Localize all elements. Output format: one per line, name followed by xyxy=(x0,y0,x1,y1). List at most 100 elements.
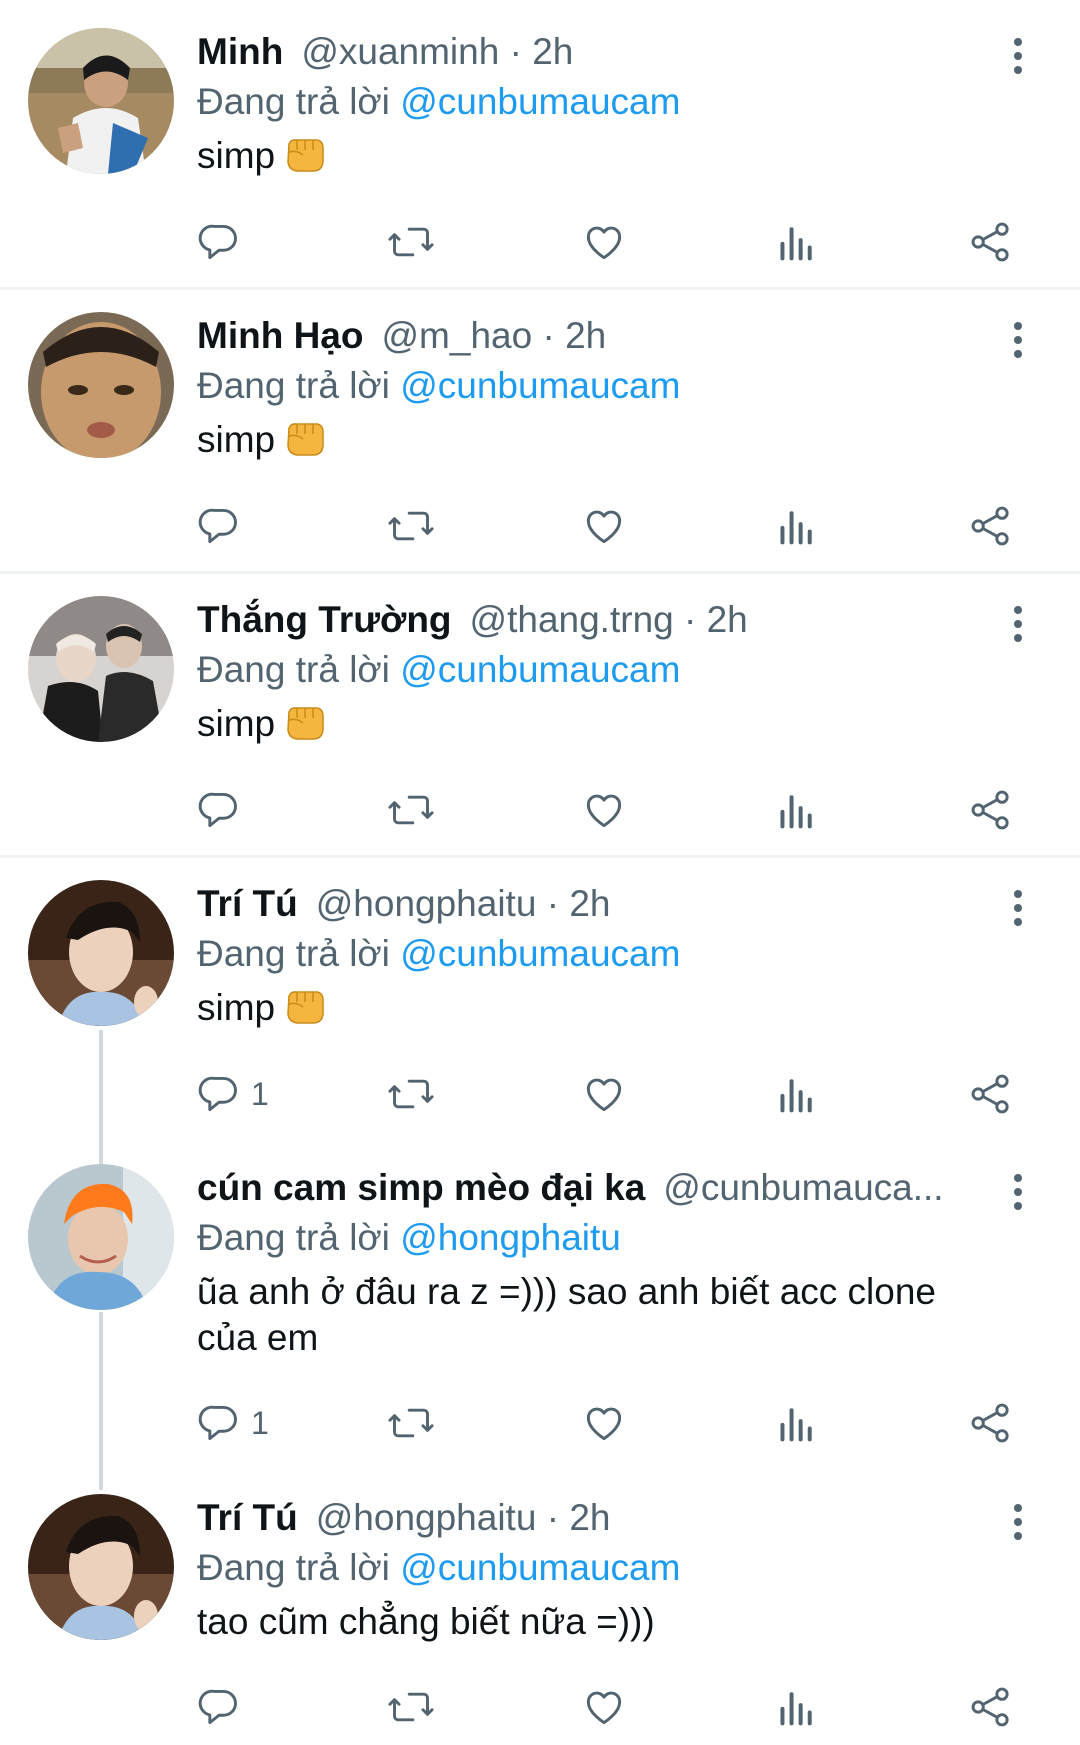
reply-button[interactable] xyxy=(197,498,251,554)
avatar[interactable] xyxy=(28,596,174,742)
display-name[interactable]: Thắng Trường xyxy=(197,599,452,640)
reply-mention[interactable]: @cunbumaucam xyxy=(400,1547,680,1588)
more-options-icon[interactable] xyxy=(1000,318,1036,362)
analytics-icon xyxy=(780,511,812,545)
fist-bump-emoji xyxy=(283,420,325,458)
tweet-text-content: simp xyxy=(197,703,276,744)
replying-to: Đang trả lời @cunbumaucam xyxy=(197,1542,680,1594)
user-handle[interactable]: @cunbumauca... xyxy=(663,1162,943,1214)
user-handle[interactable]: @hongphaitu xyxy=(316,883,537,924)
analytics-button[interactable] xyxy=(777,214,817,270)
reply-button[interactable] xyxy=(197,782,251,838)
analytics-button[interactable] xyxy=(777,782,817,838)
reply-icon xyxy=(198,1689,237,1725)
user-handle[interactable]: @hongphaitu xyxy=(316,1497,537,1538)
reply-mention[interactable]: @cunbumaucam xyxy=(400,933,680,974)
avatar[interactable] xyxy=(28,1494,174,1640)
retweet-button[interactable] xyxy=(387,782,435,838)
separator-dot: · xyxy=(546,1497,560,1538)
share-button[interactable] xyxy=(969,782,1013,838)
heart-icon xyxy=(586,1407,622,1441)
tweet[interactable]: cún cam simp mèo đại ka @cunbumauca... Đa… xyxy=(0,1136,1080,1466)
separator-dot: · xyxy=(509,31,522,72)
retweet-button[interactable] xyxy=(387,1066,435,1122)
retweet-icon xyxy=(388,1408,434,1438)
display-name[interactable]: Trí Tú xyxy=(197,1497,298,1538)
timestamp[interactable]: 2h xyxy=(532,31,573,72)
display-name[interactable]: Trí Tú xyxy=(197,883,298,924)
user-handle[interactable]: @m_hao xyxy=(381,315,532,356)
share-button[interactable] xyxy=(969,214,1013,270)
tweet[interactable]: Trí Tú @hongphaitu · 2h Đang trả lời @cun… xyxy=(0,852,1080,1139)
user-handle[interactable]: @xuanminh xyxy=(301,31,499,72)
replying-to: Đang trả lời @hongphaitu xyxy=(197,1212,621,1264)
reply-icon xyxy=(198,1405,237,1441)
more-options-icon[interactable] xyxy=(1000,34,1036,78)
avatar[interactable] xyxy=(28,28,174,174)
reply-mention[interactable]: @cunbumaucam xyxy=(400,81,680,122)
avatar[interactable] xyxy=(28,312,174,458)
share-button[interactable] xyxy=(969,1679,1013,1735)
analytics-icon xyxy=(780,1079,812,1113)
reply-button[interactable] xyxy=(197,1679,251,1735)
like-button[interactable] xyxy=(582,1679,626,1735)
like-button[interactable] xyxy=(582,1066,626,1122)
more-options-icon[interactable] xyxy=(1000,1170,1036,1214)
avatar[interactable] xyxy=(28,1164,174,1310)
like-button[interactable] xyxy=(582,214,626,270)
tweet[interactable]: Trí Tú @hongphaitu · 2h Đang trả lời @cun… xyxy=(0,1466,1080,1745)
retweet-icon xyxy=(388,1079,434,1109)
timestamp[interactable]: 2h xyxy=(707,599,748,640)
like-button[interactable] xyxy=(582,782,626,838)
replying-prefix: Đang trả lời xyxy=(197,933,390,974)
analytics-icon xyxy=(780,1692,812,1726)
like-button[interactable] xyxy=(582,1395,626,1451)
tweet-text: ũa anh ở đâu ra z =))) sao anh biết acc … xyxy=(197,1269,987,1361)
analytics-button[interactable] xyxy=(777,498,817,554)
analytics-button[interactable] xyxy=(777,1679,817,1735)
tweet-header: Thắng Trường @thang.trng · 2h xyxy=(197,594,967,646)
tweet-text-content: ũa anh ở đâu ra z =))) sao anh biết acc … xyxy=(197,1271,937,1358)
display-name[interactable]: cún cam simp mèo đại ka xyxy=(197,1167,645,1208)
separator-dot: · xyxy=(546,883,560,924)
display-name[interactable]: Minh Hạo xyxy=(197,315,363,356)
avatar[interactable] xyxy=(28,880,174,1026)
replying-prefix: Đang trả lời xyxy=(197,81,390,122)
separator-dot: · xyxy=(684,599,697,640)
heart-icon xyxy=(586,510,622,544)
timestamp[interactable]: 2h xyxy=(569,883,610,924)
replying-to: Đang trả lời @cunbumaucam xyxy=(197,928,680,980)
share-button[interactable] xyxy=(969,498,1013,554)
share-icon xyxy=(971,222,1009,262)
reply-button[interactable] xyxy=(197,214,251,270)
reply-mention[interactable]: @cunbumaucam xyxy=(400,649,680,690)
tweet[interactable]: Minh Hạo @m_hao · 2h Đang trả lời @cunbum… xyxy=(0,284,1080,571)
reply-button[interactable]: 1 xyxy=(197,1066,269,1122)
timestamp[interactable]: 2h xyxy=(569,1497,610,1538)
reply-button[interactable]: 1 xyxy=(197,1395,269,1451)
analytics-button[interactable] xyxy=(777,1066,817,1122)
tweet-text: simp xyxy=(197,701,987,747)
share-button[interactable] xyxy=(969,1066,1013,1122)
more-options-icon[interactable] xyxy=(1000,1500,1036,1544)
reply-mention[interactable]: @cunbumaucam xyxy=(400,365,680,406)
user-handle[interactable]: @thang.trng xyxy=(470,599,674,640)
analytics-icon xyxy=(780,227,812,261)
retweet-button[interactable] xyxy=(387,498,435,554)
timestamp[interactable]: 2h xyxy=(565,315,606,356)
tweet[interactable]: Minh @xuanminh · 2h Đang trả lời @cunbuma… xyxy=(0,0,1080,287)
reply-count: 1 xyxy=(251,1075,269,1112)
analytics-button[interactable] xyxy=(777,1395,817,1451)
more-options-icon[interactable] xyxy=(1000,886,1036,930)
more-options-icon[interactable] xyxy=(1000,602,1036,646)
reply-mention[interactable]: @hongphaitu xyxy=(400,1217,621,1258)
tweet[interactable]: Thắng Trường @thang.trng · 2h Đang trả lờ… xyxy=(0,568,1080,855)
retweet-button[interactable] xyxy=(387,1679,435,1735)
like-button[interactable] xyxy=(582,498,626,554)
share-button[interactable] xyxy=(969,1395,1013,1451)
retweet-button[interactable] xyxy=(387,1395,435,1451)
display-name[interactable]: Minh xyxy=(197,31,283,72)
heart-icon xyxy=(586,1078,622,1112)
retweet-button[interactable] xyxy=(387,214,435,270)
analytics-icon xyxy=(780,1408,812,1442)
